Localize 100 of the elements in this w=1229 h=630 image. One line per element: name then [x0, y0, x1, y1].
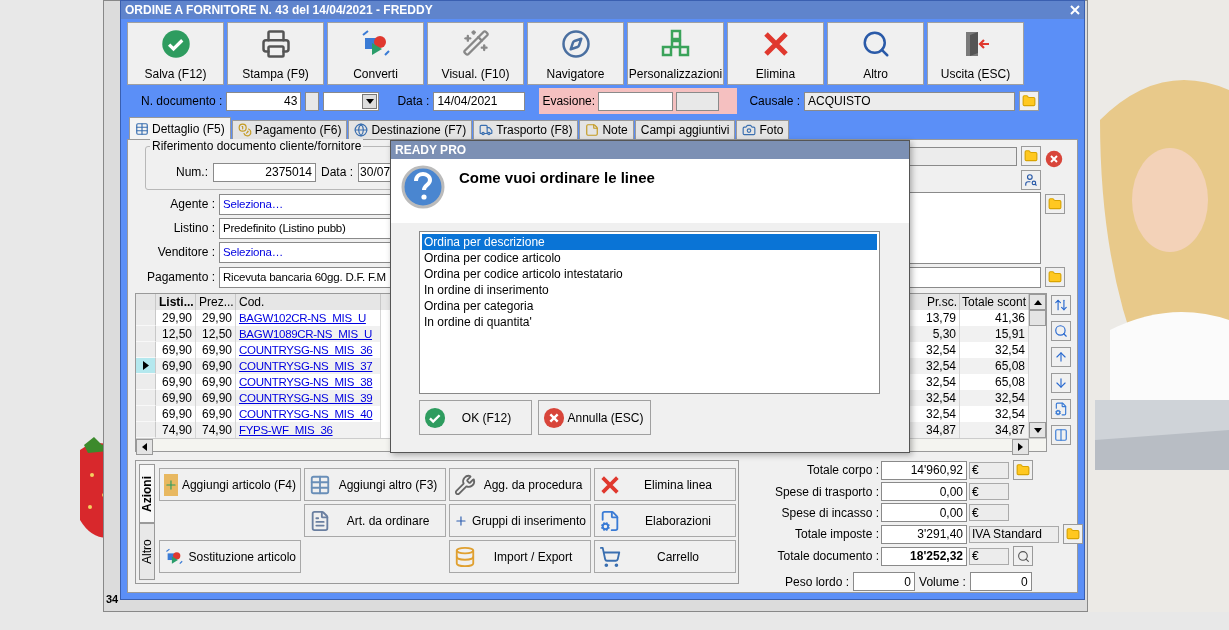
- list-option[interactable]: In ordine di inserimento: [422, 282, 877, 298]
- list-option[interactable]: In ordine di quantita': [422, 314, 877, 330]
- folder-button[interactable]: [1045, 267, 1065, 287]
- action-button[interactable]: Elimina linea: [594, 468, 736, 501]
- side-tab[interactable]: Altro: [139, 523, 155, 580]
- code-link[interactable]: COUNTRYSG-NS_MIS_39: [239, 392, 373, 404]
- action-button[interactable]: Elaborazioni: [594, 504, 736, 537]
- dropdown[interactable]: [323, 91, 380, 111]
- tab[interactable]: Trasporto (F8): [473, 120, 579, 139]
- sort-button[interactable]: [1051, 295, 1071, 315]
- toolbar-button[interactable]: Altro: [827, 22, 924, 85]
- folder-button[interactable]: [1013, 460, 1033, 480]
- total-field: 0,00: [881, 503, 967, 522]
- list-option[interactable]: Ordina per descrizione: [422, 234, 877, 250]
- action-button[interactable]: Import / Export: [449, 540, 591, 573]
- total-field: 14'960,92: [881, 460, 967, 480]
- squares-icon: [660, 29, 691, 59]
- tab[interactable]: Dettaglio (F5): [129, 117, 231, 139]
- folder-button[interactable]: [1045, 194, 1065, 214]
- number-field[interactable]: 2375014: [213, 162, 316, 182]
- caret-down-icon: [1033, 427, 1042, 433]
- cancel-button[interactable]: Annulla (ESC): [538, 400, 651, 435]
- code-link[interactable]: COUNTRYSG-NS_MIS_36: [239, 344, 373, 356]
- toolbar-button[interactable]: Salva (F12): [127, 22, 224, 85]
- action-button[interactable]: Carrello: [594, 540, 736, 573]
- close-icon: [543, 406, 565, 429]
- code-link[interactable]: COUNTRYSG-NS_MIS_40: [239, 408, 373, 420]
- ok-button[interactable]: OK (F12): [419, 400, 532, 435]
- causale-field[interactable]: ACQUISTO: [804, 91, 1016, 111]
- tab[interactable]: Note: [579, 120, 634, 139]
- truck-icon: [479, 123, 494, 137]
- close-icon[interactable]: [1070, 5, 1080, 15]
- wand-icon: [461, 29, 490, 57]
- table-cell: 32,54: [960, 390, 1029, 406]
- action-button[interactable]: Gruppi di inserimento: [449, 504, 591, 537]
- field-label: Evasione:: [542, 94, 596, 108]
- code-link[interactable]: COUNTRYSG-NS_MIS_38: [239, 376, 373, 388]
- up-down-arrow-icon: [1054, 298, 1068, 312]
- action-button[interactable]: Sostituzione articolo: [159, 540, 301, 573]
- columns-button[interactable]: [1051, 425, 1071, 445]
- scroll-up-button[interactable]: [1029, 294, 1046, 310]
- zoom-icon: [1016, 549, 1030, 563]
- table-corner: [136, 294, 156, 310]
- row-header[interactable]: [136, 358, 156, 374]
- move-up-button[interactable]: [1051, 347, 1071, 367]
- action-button[interactable]: Aggiungi altro (F3): [304, 468, 446, 501]
- tab[interactable]: Pagamento (F6): [231, 120, 348, 139]
- code-link[interactable]: COUNTRYSG-NS_MIS_37: [239, 360, 373, 372]
- caret-down-icon: [365, 98, 374, 104]
- action-button[interactable]: Art. da ordinare: [304, 504, 446, 537]
- toolbar-button[interactable]: Elimina: [727, 22, 824, 85]
- toolbar-button[interactable]: Visual. (F10): [427, 22, 524, 85]
- zoom-button[interactable]: [1013, 546, 1033, 566]
- list-option[interactable]: Ordina per categoria: [422, 298, 877, 314]
- input-field[interactable]: 0: [853, 572, 916, 591]
- tab[interactable]: Foto: [736, 120, 790, 139]
- document-number-field[interactable]: 43: [226, 91, 302, 111]
- toolbar-button[interactable]: Converti: [327, 22, 424, 85]
- total-label: Spese di incasso :: [780, 505, 879, 520]
- unit-field: €: [969, 547, 1009, 565]
- folder-button[interactable]: [1021, 146, 1041, 166]
- toolbar-button[interactable]: Personalizzazioni: [627, 22, 724, 85]
- document-gear-icon: [599, 509, 621, 532]
- folder-button[interactable]: [1019, 91, 1040, 111]
- toolbar-button[interactable]: Navigatore: [527, 22, 624, 85]
- scroll-thumb[interactable]: [1029, 310, 1046, 326]
- field-label: Listino :: [172, 221, 215, 235]
- camera-icon: [742, 123, 757, 137]
- user-search-button[interactable]: [1021, 170, 1041, 190]
- input-field[interactable]: 0: [969, 572, 1032, 591]
- scroll-left-button[interactable]: [136, 439, 153, 455]
- field-label: Peso lordo :: [785, 574, 850, 589]
- scroll-down-button[interactable]: [1029, 422, 1046, 438]
- window-title: ORDINE A FORNITORE N. 43 del 14/04/2021 - FREDDY: [125, 3, 433, 17]
- code-link[interactable]: FYPS-WF_MIS_36: [239, 424, 333, 436]
- table-cell: 15,91: [960, 326, 1029, 342]
- toolbar-button[interactable]: Uscita (ESC): [927, 22, 1024, 85]
- action-button[interactable]: Agg. da procedura: [449, 468, 591, 501]
- input-field[interactable]: [598, 91, 674, 111]
- field: [305, 91, 320, 111]
- search-button[interactable]: [1051, 321, 1071, 341]
- user-search-icon: [1024, 173, 1038, 187]
- date-field[interactable]: 14/04/2021: [433, 91, 526, 111]
- question-text: Come vuoi ordinare le linee: [459, 169, 655, 186]
- settings-button[interactable]: [1051, 399, 1071, 419]
- caret-up-icon: [1033, 299, 1042, 305]
- list-option[interactable]: Ordina per codice articolo: [422, 250, 877, 266]
- action-button[interactable]: Aggiungi articolo (F4): [159, 468, 301, 501]
- scroll-right-button[interactable]: [1012, 439, 1029, 455]
- folder-button[interactable]: [1063, 524, 1083, 544]
- footer-text: 34: [106, 593, 119, 605]
- field-label: N. documento :: [141, 94, 223, 108]
- list-option[interactable]: Ordina per codice articolo intestatario: [422, 266, 877, 282]
- code-link[interactable]: BAGW102CR-NS_MIS_U: [239, 312, 366, 324]
- code-link[interactable]: BAGW1089CR-NS_MIS_U: [239, 328, 372, 340]
- side-tab[interactable]: Azioni: [139, 464, 155, 523]
- tab[interactable]: Campi aggiuntivi: [634, 120, 736, 139]
- move-down-button[interactable]: [1051, 373, 1071, 393]
- tab[interactable]: Destinazione (F7): [348, 120, 473, 139]
- toolbar-button[interactable]: Stampa (F9): [227, 22, 324, 85]
